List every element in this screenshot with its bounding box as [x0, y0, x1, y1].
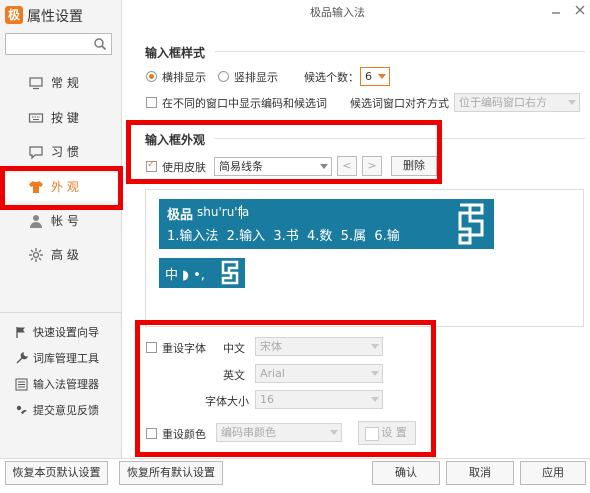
wrench-icon [16, 352, 28, 364]
tool-item-label: 词库管理工具 [33, 352, 99, 365]
candidate-window-preview: 极品 shu'ru'fa 1.输入法 2.输入 3.书 4.数 5.属 6.输 [159, 199, 494, 249]
close-icon [575, 5, 585, 15]
radio-horizontal[interactable] [146, 71, 157, 82]
nav-item-label: 习 惯 [51, 145, 79, 159]
separate-window-label: 在不同的窗口中显示编码和候选词 [162, 97, 327, 110]
ok-button[interactable]: 确认 [372, 461, 440, 485]
section-title-input-style: 输入框样式 [145, 46, 206, 60]
monitor-icon [29, 77, 43, 90]
chevron-down-icon [568, 100, 576, 105]
minimize-button[interactable] [548, 4, 564, 18]
nav-item-label: 按 键 [51, 111, 79, 125]
nav-item-general[interactable]: 常 规 [0, 69, 121, 97]
nav-item-account[interactable]: 帐 号 [0, 207, 121, 235]
tool-item-feedback[interactable]: 提交意见反馈 [15, 402, 125, 420]
radio-vertical-label: 竖排显示 [234, 71, 278, 84]
minimize-icon [552, 12, 560, 14]
apply-button[interactable]: 应用 [520, 461, 586, 485]
app-logo: 极 [5, 6, 23, 24]
section-divider [215, 51, 585, 52]
align-value: 位于编码窗口右方 [459, 96, 547, 109]
align-label: 候选词窗口对齐方式 [350, 97, 449, 110]
nav-item-label: 常 规 [51, 76, 79, 90]
nav-item-keys[interactable]: 按 键 [0, 104, 121, 132]
flag-icon [16, 327, 25, 338]
cancel-button[interactable]: 取消 [446, 461, 514, 485]
nav-item-label: 高 级 [51, 248, 79, 262]
candidate-count-value: 6 [365, 70, 372, 83]
candidate-count-label: 候选个数： [304, 71, 359, 84]
window-title: 极品输入法 [310, 6, 365, 19]
radio-horizontal-label: 横排显示 [162, 71, 206, 84]
nav-item-label: 帐 号 [51, 214, 79, 228]
feedback-icon [16, 405, 27, 414]
tool-item-label: 输入法管理器 [33, 378, 99, 391]
preview-status-chars: 中 ◗ •, [165, 268, 205, 283]
skin-decoration-icon [458, 203, 484, 245]
tool-item-wizard[interactable]: 快速设置向导 [15, 324, 125, 342]
list-icon [15, 378, 28, 391]
radio-vertical[interactable] [218, 71, 229, 82]
restore-page-defaults-button[interactable]: 恢复本页默认设置 [5, 461, 108, 485]
nav-item-habits[interactable]: 习 惯 [0, 138, 121, 166]
gear-icon [29, 248, 43, 262]
keyboard-icon [28, 113, 44, 123]
chat-bubble-icon [29, 146, 43, 160]
close-button[interactable] [572, 2, 588, 18]
highlight-box-font [135, 320, 436, 457]
nav-item-advanced[interactable]: 高 级 [0, 241, 121, 269]
highlight-box-appearance [126, 120, 442, 184]
separate-window-checkbox[interactable] [146, 97, 157, 108]
search-icon[interactable] [93, 37, 107, 51]
highlight-box-nav [0, 166, 123, 210]
search-input[interactable] [5, 33, 112, 55]
tool-item-dictionary[interactable]: 词库管理工具 [15, 350, 125, 368]
sidebar-divider [0, 312, 121, 313]
text-cursor [241, 205, 242, 219]
app-title: 属性设置 [27, 9, 83, 25]
skin-decoration-icon [221, 260, 239, 285]
status-bar-preview: 中 ◗ •, [159, 258, 245, 288]
align-select[interactable]: 位于编码窗口右方 [454, 93, 580, 112]
restore-all-defaults-button[interactable]: 恢复所有默认设置 [119, 461, 223, 485]
tool-item-label: 提交意见反馈 [33, 404, 99, 417]
tool-item-manager[interactable]: 输入法管理器 [15, 376, 125, 394]
chevron-down-icon [378, 74, 386, 79]
candidate-count-select[interactable]: 6 [360, 67, 390, 86]
tool-item-label: 快速设置向导 [33, 326, 99, 339]
user-icon [30, 215, 42, 228]
preview-candidates: 1.输入法 2.输入 3.书 4.数 5.属 6.输 [167, 229, 400, 244]
preview-brand: 极品 [167, 208, 194, 223]
